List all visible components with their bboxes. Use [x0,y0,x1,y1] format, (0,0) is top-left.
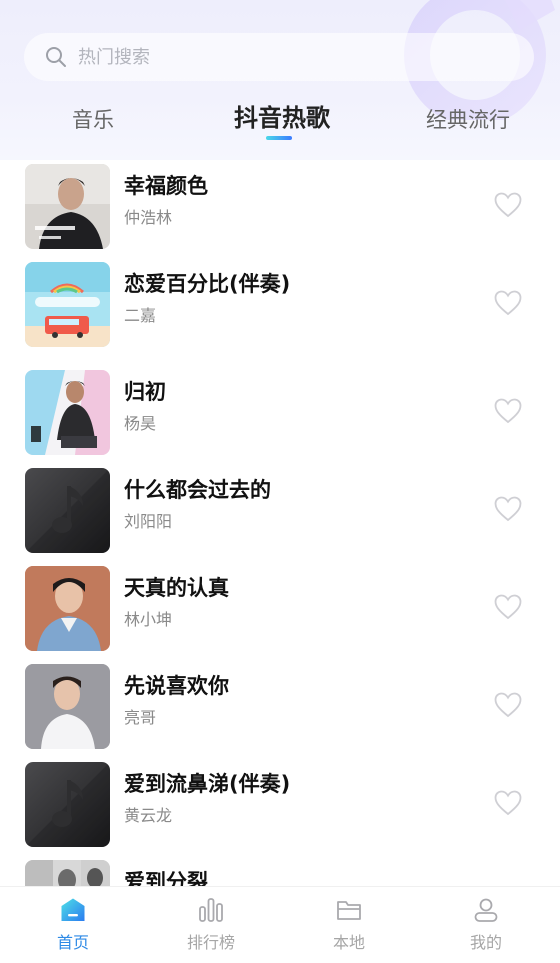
heart-icon[interactable] [494,496,522,522]
song-row[interactable]: 恋爱百分比(伴奏) 二嘉 [0,256,560,354]
album-cover [25,664,110,749]
nav-local-label: 本地 [332,933,365,952]
artist-portrait-cover [25,164,110,249]
nav-profile[interactable]: 我的 [436,887,536,963]
tab-douyin-hot-songs[interactable]: 抖音热歌 [234,98,330,133]
home-icon [61,898,85,921]
song-row[interactable]: 天真的认真 林小坤 [0,560,560,658]
song-artist: 亮哥 [124,708,157,727]
song-title: 爱到流鼻涕(伴奏) [124,772,291,796]
default-music-note-cover [25,468,110,553]
nav-local[interactable]: 本地 [299,887,399,963]
song-title: 恋爱百分比(伴奏) [124,272,291,296]
album-cover [25,164,110,249]
heart-icon[interactable] [494,790,522,816]
artist-portrait-cover [25,566,110,651]
song-row[interactable]: 先说喜欢你 亮哥 [0,658,560,756]
folder-icon [337,901,361,920]
song-title: 先说喜欢你 [124,674,229,698]
song-title: 天真的认真 [124,576,229,600]
song-title: 归初 [124,380,166,404]
heart-icon[interactable] [494,398,522,424]
album-cover [25,860,110,886]
song-row[interactable]: 幸福颜色 仲浩林 [0,158,560,256]
user-icon [474,898,498,922]
active-tab-indicator [266,136,292,140]
song-row[interactable]: 爱到分裂 [0,854,560,886]
category-tabs: 音乐 抖音热歌 经典流行 [0,96,560,146]
song-artist: 二嘉 [124,306,157,325]
tab-music[interactable]: 音乐 [72,104,114,134]
nav-profile-label: 我的 [469,933,502,952]
song-artist: 杨昊 [124,414,157,433]
heart-icon[interactable] [494,290,522,316]
default-music-note-cover [25,762,110,847]
heart-icon[interactable] [494,192,522,218]
song-list: 幸福颜色 仲浩林 恋爱百分比(伴奏) 二嘉 归初 杨昊 什么都会过去的 刘阳阳 … [0,158,560,886]
artist-portrait-cover [25,860,110,886]
song-artist: 林小坤 [124,610,173,629]
nav-home-label: 首页 [56,933,89,952]
album-cover [25,762,110,847]
album-cover [25,370,110,455]
nav-charts-label: 排行榜 [186,933,235,952]
search-bar[interactable] [24,33,534,81]
song-artist: 刘阳阳 [124,512,173,531]
artist-portrait-cover [25,370,110,455]
song-row[interactable]: 归初 杨昊 [0,364,560,462]
chart-bars-icon [199,898,223,922]
album-cover [25,566,110,651]
heart-icon[interactable] [494,594,522,620]
bottom-navigation: 首页 排行榜 本地 我的 [0,886,560,963]
song-row[interactable]: 爱到流鼻涕(伴奏) 黄云龙 [0,756,560,854]
song-title: 什么都会过去的 [124,478,271,502]
nav-home[interactable]: 首页 [23,887,123,963]
song-title: 幸福颜色 [124,174,208,198]
song-row[interactable]: 什么都会过去的 刘阳阳 [0,462,560,560]
tab-classic-pop[interactable]: 经典流行 [426,104,510,134]
search-icon [46,47,66,67]
nav-charts[interactable]: 排行榜 [161,887,261,963]
song-title: 爱到分裂 [124,870,208,886]
song-artist: 仲浩林 [124,208,173,227]
album-cover [25,468,110,553]
artist-portrait-cover [25,664,110,749]
heart-icon[interactable] [494,692,522,718]
song-artist: 黄云龙 [124,806,173,825]
search-input[interactable] [78,46,478,68]
beach-bus-cover [25,262,110,347]
album-cover [25,262,110,347]
